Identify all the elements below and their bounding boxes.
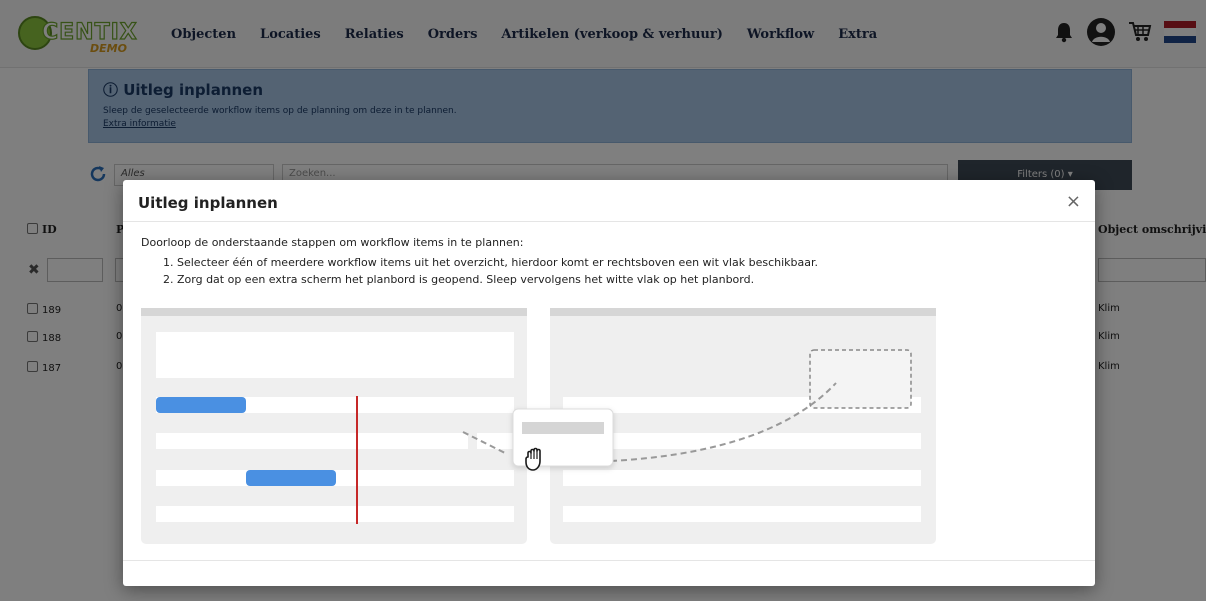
drop-target-area [809,349,912,409]
close-icon[interactable]: × [1066,191,1081,212]
modal-body: Doorloop de onderstaande stappen om work… [141,236,1081,288]
modal-intro-text: Doorloop de onderstaande stappen om work… [141,236,524,249]
modal-footer-divider [123,560,1095,561]
step-1: 1. Selecteer één of meerdere workflow it… [163,256,818,269]
drag-to-planboard-illustration [141,308,936,544]
modal-title: Uitleg inplannen [138,194,278,212]
grab-hand-icon [525,447,541,471]
planning-explanation-modal: Uitleg inplannen × Doorloop de onderstaa… [123,180,1095,586]
steps-list: 1. Selecteer één of meerdere workflow it… [141,254,1081,288]
workflow-item-bar [246,470,336,486]
modal-header: Uitleg inplannen × [123,180,1095,222]
step-2: 2. Zorg dat op een extra scherm het plan… [163,273,755,286]
overview-panel-illustration [141,308,527,544]
workflow-item-bar [156,397,246,413]
